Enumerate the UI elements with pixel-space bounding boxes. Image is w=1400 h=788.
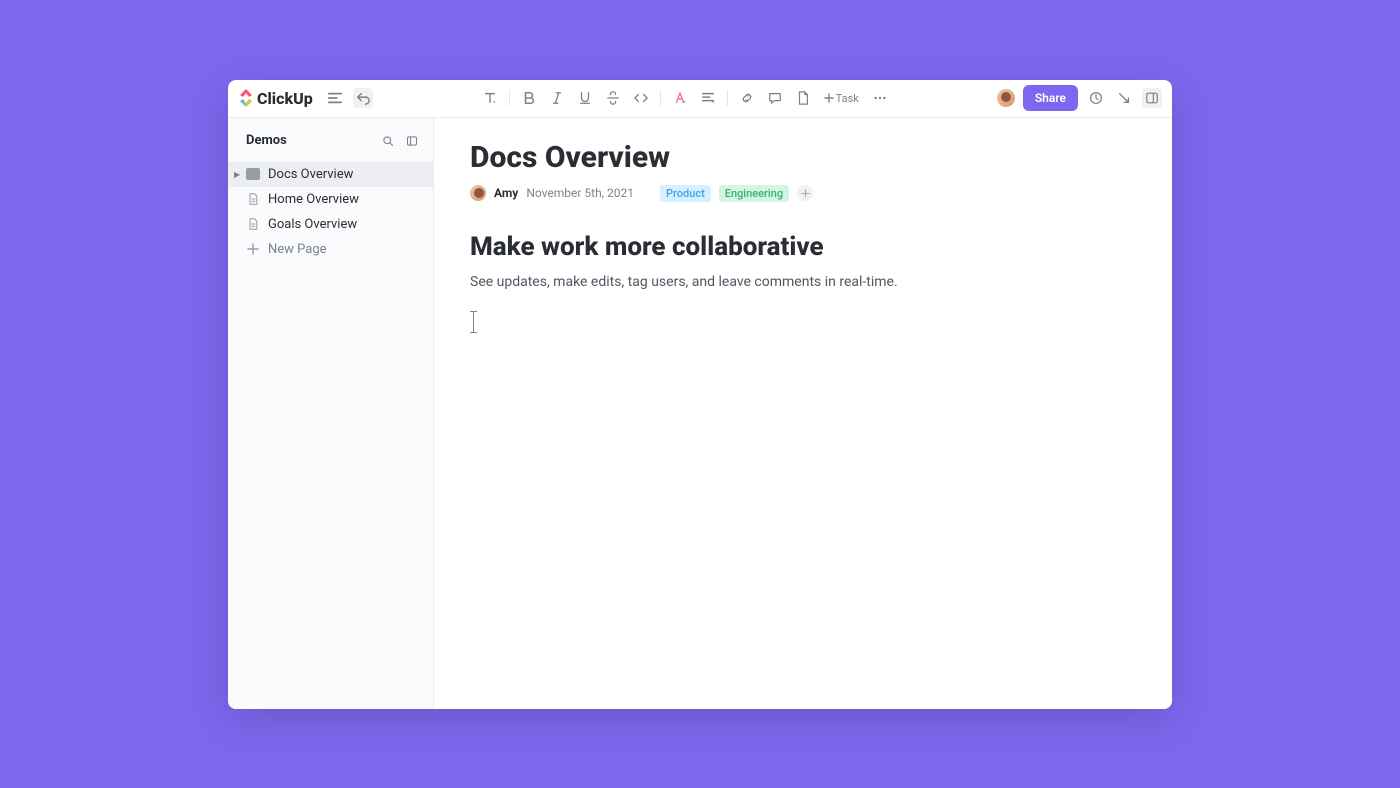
add-task-button[interactable]: Task	[820, 90, 863, 107]
doc-author: Amy	[494, 186, 518, 200]
comment-button[interactable]	[764, 87, 786, 109]
add-tag-button[interactable]	[797, 185, 813, 201]
chevron-right-icon: ▶	[234, 170, 242, 179]
author-avatar[interactable]	[470, 185, 486, 201]
tag-engineering[interactable]: Engineering	[719, 185, 789, 202]
sidebar-nav: ▶ Docs Overview Home Overview Goals Over…	[228, 162, 433, 262]
body: Demos ▶ Docs Overview Hom	[228, 118, 1172, 709]
user-avatar[interactable]	[997, 89, 1015, 107]
panel-toggle-button[interactable]	[1142, 88, 1162, 108]
logo-mark-icon	[238, 89, 254, 107]
link-button[interactable]	[736, 87, 758, 109]
doc-meta-row: Amy November 5th, 2021 Product Engineeri…	[470, 185, 1136, 202]
expand-button[interactable]	[1114, 88, 1134, 108]
plus-icon	[246, 243, 260, 255]
code-button[interactable]	[630, 87, 652, 109]
undo-button[interactable]	[353, 88, 373, 108]
menu-toggle-button[interactable]	[325, 88, 345, 108]
sidebar-collapse-button[interactable]	[403, 132, 421, 150]
doc-icon	[246, 193, 260, 205]
brand-name: ClickUp	[257, 89, 313, 108]
text-color-dropdown[interactable]	[669, 87, 691, 109]
bold-button[interactable]	[518, 87, 540, 109]
sidebar-header: Demos	[228, 126, 433, 156]
document-area[interactable]: Docs Overview Amy November 5th, 2021 Pro…	[434, 118, 1172, 709]
sidebar-item-goals-overview[interactable]: Goals Overview	[228, 212, 433, 237]
sidebar-item-label: Home Overview	[268, 192, 359, 207]
sidebar-new-page-label: New Page	[268, 242, 327, 257]
doc-paragraph[interactable]: See updates, make edits, tag users, and …	[470, 272, 1136, 293]
doc-date: November 5th, 2021	[526, 186, 634, 200]
sidebar-item-home-overview[interactable]: Home Overview	[228, 187, 433, 212]
add-task-label: Task	[836, 92, 859, 105]
doc-title[interactable]: Docs Overview	[470, 140, 1136, 175]
doc-heading[interactable]: Make work more collaborative	[470, 232, 1136, 262]
sidebar-search-button[interactable]	[379, 132, 397, 150]
doc-filled-icon	[246, 168, 260, 180]
divider	[509, 90, 510, 106]
sidebar-new-page-button[interactable]: New Page	[228, 237, 433, 262]
text-style-dropdown[interactable]	[479, 87, 501, 109]
tag-product[interactable]: Product	[660, 185, 711, 202]
text-cursor-icon	[470, 311, 478, 333]
app-window: ClickUp	[228, 80, 1172, 709]
sidebar-item-docs-overview[interactable]: ▶ Docs Overview	[228, 162, 433, 187]
topbar-right: Share	[997, 85, 1162, 111]
underline-button[interactable]	[574, 87, 596, 109]
sidebar-item-label: Docs Overview	[268, 167, 353, 182]
strikethrough-button[interactable]	[602, 87, 624, 109]
sidebar-item-label: Goals Overview	[268, 217, 357, 232]
share-label: Share	[1035, 91, 1066, 105]
formatting-toolbar: Task	[381, 87, 989, 109]
share-button[interactable]: Share	[1023, 85, 1078, 111]
italic-button[interactable]	[546, 87, 568, 109]
brand-logo[interactable]: ClickUp	[238, 89, 313, 108]
history-button[interactable]	[1086, 88, 1106, 108]
divider	[660, 90, 661, 106]
sidebar-title: Demos	[246, 133, 373, 148]
sidebar: Demos ▶ Docs Overview Hom	[228, 118, 434, 709]
attach-doc-button[interactable]	[792, 87, 814, 109]
divider	[727, 90, 728, 106]
more-button[interactable]	[869, 87, 891, 109]
align-dropdown[interactable]	[697, 87, 719, 109]
topbar: ClickUp	[228, 80, 1172, 118]
doc-icon	[246, 218, 260, 230]
